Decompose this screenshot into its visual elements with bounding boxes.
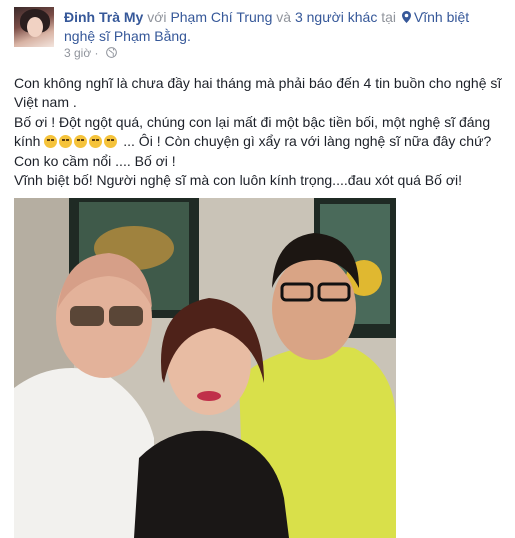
and-text: và — [276, 9, 292, 25]
crying-emoji-icon — [44, 135, 58, 149]
post-time[interactable]: 3 giờ — [64, 46, 91, 60]
post-photo[interactable] — [14, 198, 396, 538]
post-header: Đinh Trà My với Phạm Chí Trung và 3 ngườ… — [64, 8, 504, 46]
crying-emoji-icon — [104, 135, 118, 149]
crying-emoji-icon — [89, 135, 103, 149]
crying-emoji-icon — [59, 135, 73, 149]
at-text: tại — [381, 9, 397, 25]
tagged-person[interactable]: Phạm Chí Trung — [170, 9, 272, 25]
avatar[interactable] — [14, 7, 54, 47]
post-paragraph-3: Vĩnh biệt bố! Người nghệ sĩ mà con luôn … — [14, 172, 462, 189]
globe-icon[interactable] — [106, 47, 117, 58]
photo-image — [14, 198, 396, 538]
facebook-post: Đinh Trà My với Phạm Chí Trung và 3 ngườ… — [0, 0, 515, 538]
avatar-face — [27, 17, 43, 37]
post-text: Con không nghĩ là chưa đầy hai tháng mà … — [14, 74, 506, 190]
post-paragraph-1: Con không nghĩ là chưa đầy hai tháng mà … — [14, 75, 502, 111]
location-pin-icon — [401, 11, 411, 23]
post-meta: 3 giờ · — [64, 46, 117, 60]
post-paragraph-2: Bố ơi ! Đột ngột quá, chúng con lại mất … — [14, 113, 506, 171]
with-text: với — [147, 9, 167, 25]
author-name[interactable]: Đinh Trà My — [64, 9, 143, 25]
tagged-others[interactable]: 3 người khác — [295, 9, 377, 25]
crying-emoji-icon — [74, 135, 88, 149]
